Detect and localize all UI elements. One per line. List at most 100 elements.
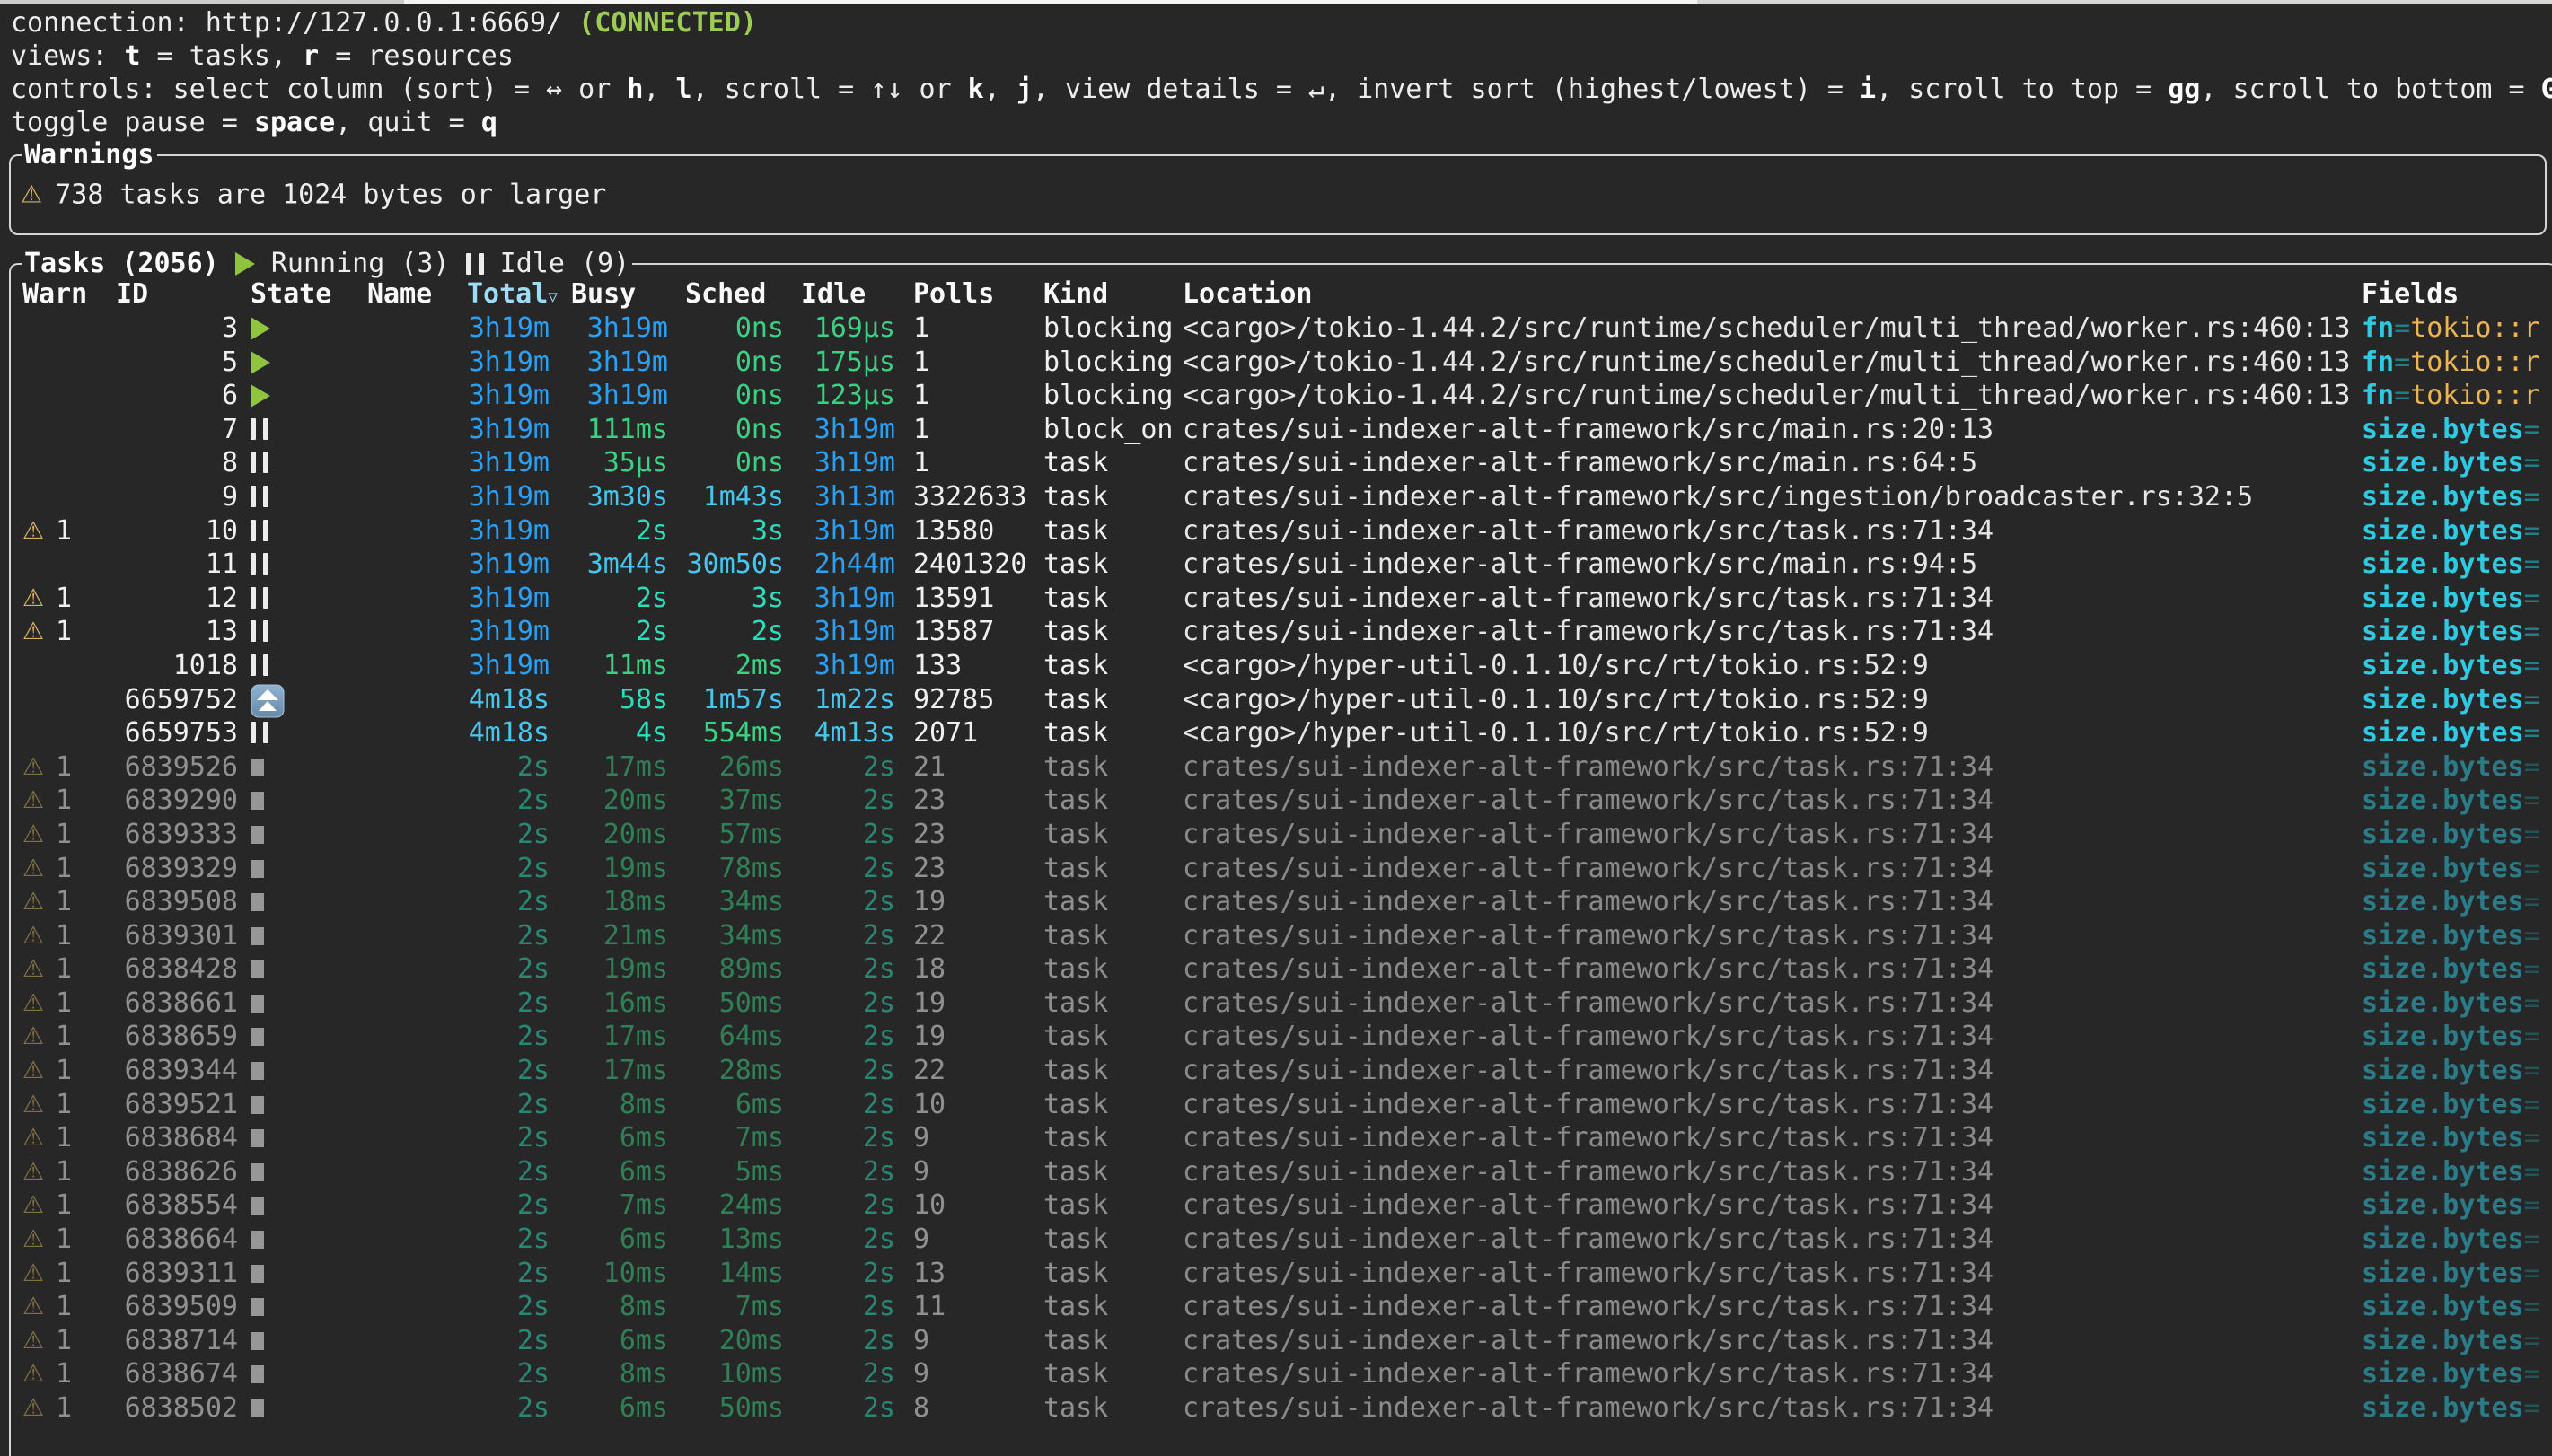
- task-total-cell: 2s: [390, 750, 550, 785]
- help-text: ,: [984, 74, 1016, 105]
- task-row[interactable]: ⚠168385022s6ms50ms2s8taskcrates/sui-inde…: [13, 1391, 2552, 1425]
- task-id-cell: 6839344: [89, 1054, 238, 1088]
- column-header-busy[interactable]: Busy: [571, 277, 636, 311]
- task-row[interactable]: ⚠168386742s8ms10ms2s9taskcrates/sui-inde…: [13, 1357, 2552, 1391]
- column-header-kind[interactable]: Kind: [1043, 277, 1108, 311]
- task-row[interactable]: ⚠168386612s16ms50ms2s19taskcrates/sui-in…: [13, 987, 2552, 1021]
- task-row[interactable]: 83h19m35µs0ns3h19m1taskcrates/sui-indexe…: [13, 446, 2552, 480]
- task-state-cell: [251, 548, 268, 582]
- task-row[interactable]: ⚠168393332s20ms57ms2s23taskcrates/sui-in…: [13, 818, 2552, 852]
- task-id-cell: 6839290: [89, 784, 238, 818]
- task-polls-cell: 11: [913, 1290, 946, 1324]
- task-polls-cell: 13591: [913, 582, 994, 616]
- task-id-cell: 6839508: [89, 885, 238, 919]
- column-header-idle[interactable]: Idle: [801, 277, 866, 311]
- task-row[interactable]: 33h19m3h19m0ns169µs1blocking<cargo>/toki…: [13, 311, 2552, 346]
- task-row[interactable]: 66597524m18s58s1m57s1m22s92785task<cargo…: [13, 683, 2552, 717]
- column-header-location[interactable]: Location: [1183, 277, 1313, 311]
- column-header-id[interactable]: ID: [116, 277, 148, 311]
- field-equals: =: [2524, 548, 2540, 580]
- task-row[interactable]: ⚠1133h19m2s2s3h19m13587taskcrates/sui-in…: [13, 615, 2552, 649]
- task-idle-cell: 3h19m: [791, 446, 895, 480]
- column-header-sched[interactable]: Sched: [685, 277, 766, 311]
- task-row[interactable]: ⚠168395212s8ms6ms2s10taskcrates/sui-inde…: [13, 1088, 2552, 1122]
- task-row[interactable]: 73h19m111ms0ns3h19m1block_oncrates/sui-i…: [13, 413, 2552, 447]
- task-polls-cell: 19: [913, 885, 946, 919]
- task-sched-cell: 0ns: [680, 379, 784, 413]
- toggle-line: toggle pause = space, quit = q: [11, 106, 2552, 139]
- task-row[interactable]: ⚠1103h19m2s3s3h19m13580taskcrates/sui-in…: [13, 514, 2552, 548]
- task-row[interactable]: ⚠1123h19m2s3s3h19m13591taskcrates/sui-in…: [13, 582, 2552, 616]
- window-edge-segment: [404, 0, 1697, 4]
- task-row[interactable]: ⚠168384282s19ms89ms2s18taskcrates/sui-in…: [13, 952, 2552, 987]
- task-kind-cell: task: [1043, 649, 1108, 683]
- task-location-cell: crates/sui-indexer-alt-framework/src/tas…: [1183, 750, 1993, 785]
- task-row[interactable]: 113h19m3m44s30m50s2h44m2401320taskcrates…: [13, 548, 2552, 582]
- task-row[interactable]: ⚠168395092s8ms7ms2s11taskcrates/sui-inde…: [13, 1290, 2552, 1324]
- task-state-cell: [251, 1391, 264, 1425]
- task-fields-cell: size.bytes=: [2362, 615, 2540, 649]
- task-row[interactable]: 53h19m3h19m0ns175µs1blocking<cargo>/toki…: [13, 346, 2552, 380]
- column-header-polls[interactable]: Polls: [913, 277, 994, 311]
- task-busy-cell: 35µs: [564, 446, 668, 480]
- warning-triangle-icon: ⚠: [22, 1054, 44, 1088]
- field-equals: =: [2524, 684, 2540, 715]
- task-location-cell: crates/sui-indexer-alt-framework/src/tas…: [1183, 1020, 1993, 1054]
- task-warn-count: 1: [56, 615, 72, 649]
- help-text: Idle (9): [484, 247, 630, 280]
- task-row[interactable]: ⚠168393012s21ms34ms2s22taskcrates/sui-in…: [13, 919, 2552, 953]
- task-row[interactable]: 93h19m3m30s1m43s3h13m3322633taskcrates/s…: [13, 480, 2552, 514]
- task-kind-cell: task: [1043, 1391, 1108, 1425]
- help-text: connection: http://127.0.0.1:6669/: [11, 7, 578, 39]
- task-fields-cell: size.bytes=: [2362, 852, 2540, 886]
- column-header-name[interactable]: Name: [367, 277, 432, 311]
- task-row[interactable]: ⚠168395082s18ms34ms2s19taskcrates/sui-in…: [13, 885, 2552, 919]
- task-location-cell: crates/sui-indexer-alt-framework/src/tas…: [1183, 987, 1993, 1021]
- task-row[interactable]: ⚠168393112s10ms14ms2s13taskcrates/sui-in…: [13, 1257, 2552, 1291]
- completed-stop-icon: [251, 995, 264, 1013]
- field-equals: =: [2524, 650, 2540, 681]
- task-state-cell: [251, 582, 268, 616]
- field-key: size.bytes: [2362, 1258, 2524, 1289]
- column-header-state[interactable]: State: [251, 277, 331, 311]
- task-row[interactable]: 66597534m18s4s554ms4m13s2071task<cargo>/…: [13, 716, 2552, 750]
- column-header-total[interactable]: Total▿: [467, 277, 558, 314]
- task-location-cell: <cargo>/hyper-util-0.1.10/src/rt/tokio.r…: [1183, 716, 1929, 750]
- task-location-cell: crates/sui-indexer-alt-framework/src/tas…: [1183, 919, 1993, 953]
- task-sched-cell: 50ms: [680, 1391, 784, 1425]
- task-row[interactable]: ⚠168386592s17ms64ms2s19taskcrates/sui-in…: [13, 1020, 2552, 1054]
- task-row[interactable]: 10183h19m11ms2ms3h19m133task<cargo>/hype…: [13, 649, 2552, 683]
- task-row[interactable]: 63h19m3h19m0ns123µs1blocking<cargo>/toki…: [13, 379, 2552, 413]
- task-id-cell: 6839301: [89, 919, 238, 953]
- task-busy-cell: 19ms: [564, 852, 668, 886]
- warning-triangle-icon: ⚠: [22, 1324, 44, 1358]
- task-state-cell: [251, 1290, 264, 1324]
- field-key: size.bytes: [2362, 481, 2524, 513]
- task-row[interactable]: ⚠168387142s6ms20ms2s9taskcrates/sui-inde…: [13, 1324, 2552, 1358]
- task-total-cell: 3h19m: [390, 379, 550, 413]
- task-id-cell: 8: [89, 446, 303, 480]
- task-sched-cell: 34ms: [680, 919, 784, 953]
- task-sched-cell: 37ms: [680, 784, 784, 818]
- key-binding: h: [627, 74, 643, 105]
- task-idle-cell: 2s: [791, 1188, 895, 1223]
- task-polls-cell: 2071: [913, 716, 978, 750]
- field-equals: =: [2524, 1089, 2540, 1120]
- task-id-cell: 5: [89, 346, 303, 380]
- task-row[interactable]: ⚠168386262s6ms5ms2s9taskcrates/sui-index…: [13, 1155, 2552, 1189]
- column-header-fields[interactable]: Fields: [2362, 277, 2459, 311]
- task-busy-cell: 17ms: [564, 1020, 668, 1054]
- field-equals: =: [2524, 447, 2540, 478]
- task-row[interactable]: ⚠168395262s17ms26ms2s21taskcrates/sui-in…: [13, 750, 2552, 785]
- task-idle-cell: 175µs: [791, 346, 895, 380]
- task-polls-cell: 10: [913, 1088, 946, 1122]
- task-row[interactable]: ⚠168393442s17ms28ms2s22taskcrates/sui-in…: [13, 1054, 2552, 1088]
- column-header-warn[interactable]: Warn: [22, 277, 87, 311]
- task-row[interactable]: ⚠168386842s6ms7ms2s9taskcrates/sui-index…: [13, 1121, 2552, 1155]
- task-row[interactable]: ⚠168393292s19ms78ms2s23taskcrates/sui-in…: [13, 852, 2552, 886]
- task-busy-cell: 8ms: [564, 1088, 668, 1122]
- task-location-cell: crates/sui-indexer-alt-framework/src/tas…: [1183, 1290, 1993, 1324]
- task-row[interactable]: ⚠168385542s7ms24ms2s10taskcrates/sui-ind…: [13, 1188, 2552, 1223]
- task-row[interactable]: ⚠168386642s6ms13ms2s9taskcrates/sui-inde…: [13, 1223, 2552, 1257]
- task-row[interactable]: ⚠168392902s20ms37ms2s23taskcrates/sui-in…: [13, 784, 2552, 818]
